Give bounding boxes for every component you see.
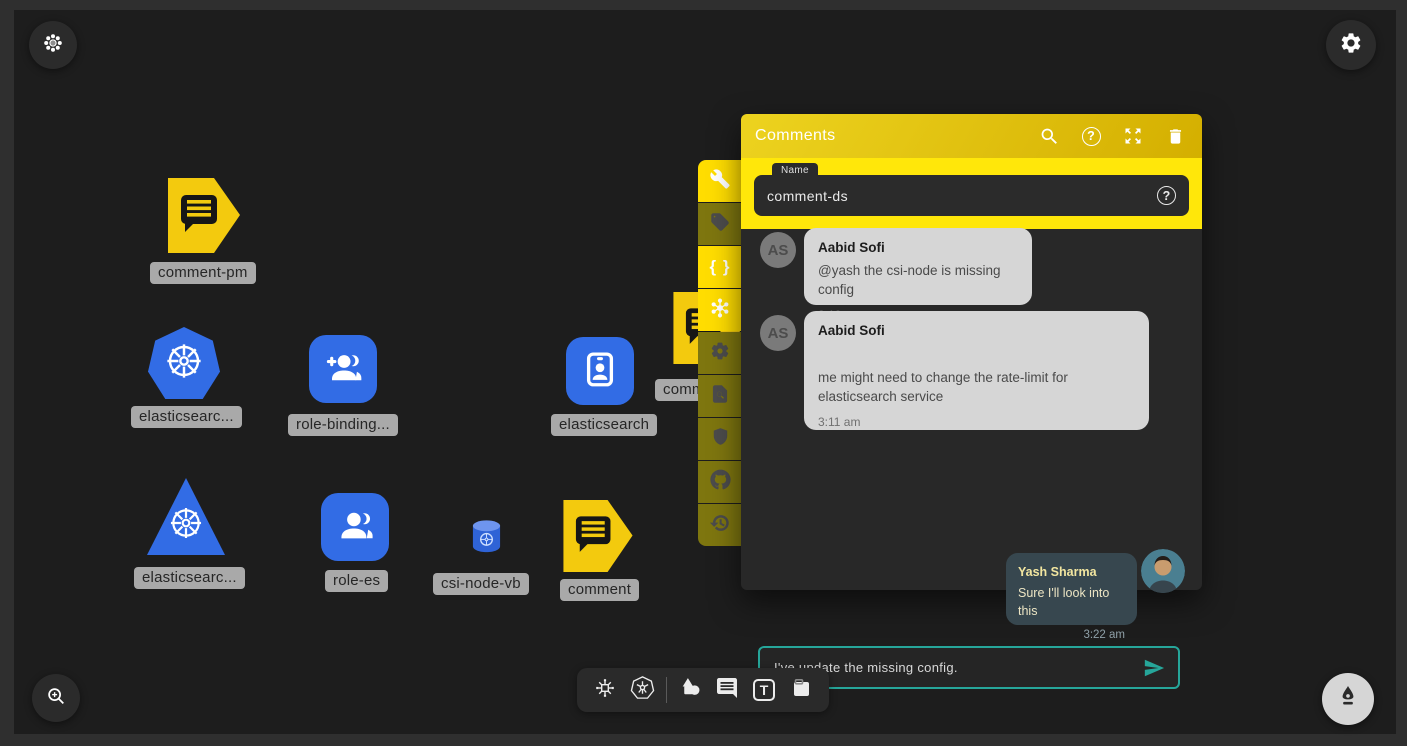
history-icon (710, 513, 730, 538)
comment-node-icon (168, 240, 240, 257)
toolbar-item-configure[interactable] (698, 160, 742, 202)
name-field-wrapper: Name ? (754, 175, 1189, 216)
avatar: AS (760, 315, 796, 351)
kubernetes-icon (630, 675, 655, 705)
comment-node-icon (562, 559, 634, 576)
users-icon (333, 503, 377, 552)
tool-comment[interactable] (709, 668, 746, 712)
message-text: me might need to change the rate-limit f… (818, 368, 1135, 407)
kubernetes-wheel-icon (167, 504, 205, 555)
node-label[interactable]: elasticsearc... (134, 567, 245, 589)
avatar: AS (760, 232, 796, 268)
zoom-in-button[interactable] (32, 674, 80, 722)
name-help-icon[interactable]: ? (1157, 186, 1176, 205)
tag-icon (710, 212, 730, 237)
toolbar-item-mesh[interactable] (698, 289, 742, 331)
add-user-icon (321, 345, 365, 394)
avatar-photo (1141, 549, 1185, 593)
node-action-toolbar: { } (698, 160, 742, 546)
search-icon[interactable] (1038, 125, 1060, 147)
note-icon (789, 676, 813, 705)
message-author: Yash Sharma (1018, 563, 1125, 581)
message-author: Aabid Sofi (818, 238, 1018, 258)
shapes-icon (678, 675, 703, 705)
toolbar-item-github[interactable] (698, 461, 742, 503)
shield-icon (711, 427, 730, 451)
name-input[interactable] (767, 188, 1157, 204)
toolbar-item-json[interactable]: { } (698, 246, 742, 288)
comment-message: Aabid Sofi me might need to change the r… (804, 311, 1149, 430)
node-label[interactable]: elasticsearch (551, 414, 657, 436)
text-icon: T (753, 679, 775, 701)
expand-icon[interactable] (1122, 125, 1144, 147)
pen-nib-icon (1335, 684, 1361, 715)
node-label[interactable]: role-es (325, 570, 388, 592)
kubernetes-wheel-icon (42, 32, 64, 59)
comment-input[interactable] (774, 660, 1142, 675)
node-label[interactable]: comment-pm (150, 262, 256, 284)
tool-note[interactable] (783, 668, 820, 712)
send-icon[interactable] (1142, 656, 1166, 680)
app-menu-button[interactable] (29, 21, 77, 69)
message-time: 3:11 am (818, 414, 1135, 431)
node-role-binding[interactable] (309, 335, 377, 403)
node-label[interactable]: role-binding... (288, 414, 398, 436)
github-icon (710, 469, 731, 495)
gear-icon (1339, 31, 1363, 60)
toolbar-item-security[interactable] (698, 418, 742, 460)
node-label[interactable]: elasticsearc... (131, 406, 242, 428)
name-section: Name ? (741, 158, 1202, 229)
message-text: Sure I'll look into this (1018, 584, 1125, 620)
panel-title: Comments (755, 127, 1038, 145)
pen-tool-button[interactable] (1322, 673, 1374, 725)
name-field-label: Name (772, 163, 818, 178)
tool-shapes[interactable] (672, 668, 709, 712)
node-comment[interactable] (562, 500, 634, 577)
design-icon (593, 676, 617, 705)
toolbar-item-labels[interactable] (698, 203, 742, 245)
trash-icon[interactable] (1164, 125, 1186, 147)
node-elasticsearch-serviceaccount[interactable] (566, 337, 634, 405)
braces-icon: { } (710, 257, 731, 277)
tool-design[interactable] (587, 668, 624, 712)
comments-thread: AS Aabid Sofi @yash the csi-node is miss… (741, 229, 1202, 590)
zoom-in-icon (45, 685, 67, 712)
node-csi-node-vb[interactable] (470, 519, 503, 559)
comment-message-own: Yash Sharma Sure I'll look into this 3:2… (1006, 553, 1137, 625)
storage-cylinder-icon (470, 541, 503, 558)
node-comment-pm[interactable] (168, 178, 240, 258)
node-label[interactable]: comment (560, 579, 639, 601)
mesh-hub-icon (709, 297, 731, 324)
canvas-tools-toolbar: T (577, 668, 829, 712)
gear-icon (710, 341, 730, 366)
doc-search-icon (710, 384, 730, 409)
toolbar-item-history[interactable] (698, 504, 742, 546)
message-author: Aabid Sofi (818, 321, 1135, 341)
toolbar-item-inspect[interactable] (698, 375, 742, 417)
help-icon[interactable]: ? (1080, 125, 1102, 147)
comment-icon (715, 676, 739, 705)
settings-button[interactable] (1326, 20, 1376, 70)
node-label[interactable]: csi-node-vb (433, 573, 529, 595)
tool-text[interactable]: T (746, 668, 783, 712)
comments-panel-header[interactable]: Comments ? (741, 114, 1202, 158)
service-account-badge-icon (579, 348, 621, 395)
kubernetes-wheel-icon (163, 340, 205, 387)
toolbar-divider (666, 677, 667, 703)
message-text: @yash the csi-node is missing config (818, 261, 1018, 300)
message-time: 3:22 am (1018, 627, 1125, 644)
comment-message: Aabid Sofi @yash the csi-node is missing… (804, 228, 1032, 305)
node-role-es[interactable] (321, 493, 389, 561)
wrench-icon (710, 169, 730, 194)
toolbar-item-settings[interactable] (698, 332, 742, 374)
comments-panel: Comments ? Name ? AS Aabid Sofi @yash th… (741, 114, 1202, 590)
tool-kubernetes[interactable] (624, 668, 661, 712)
